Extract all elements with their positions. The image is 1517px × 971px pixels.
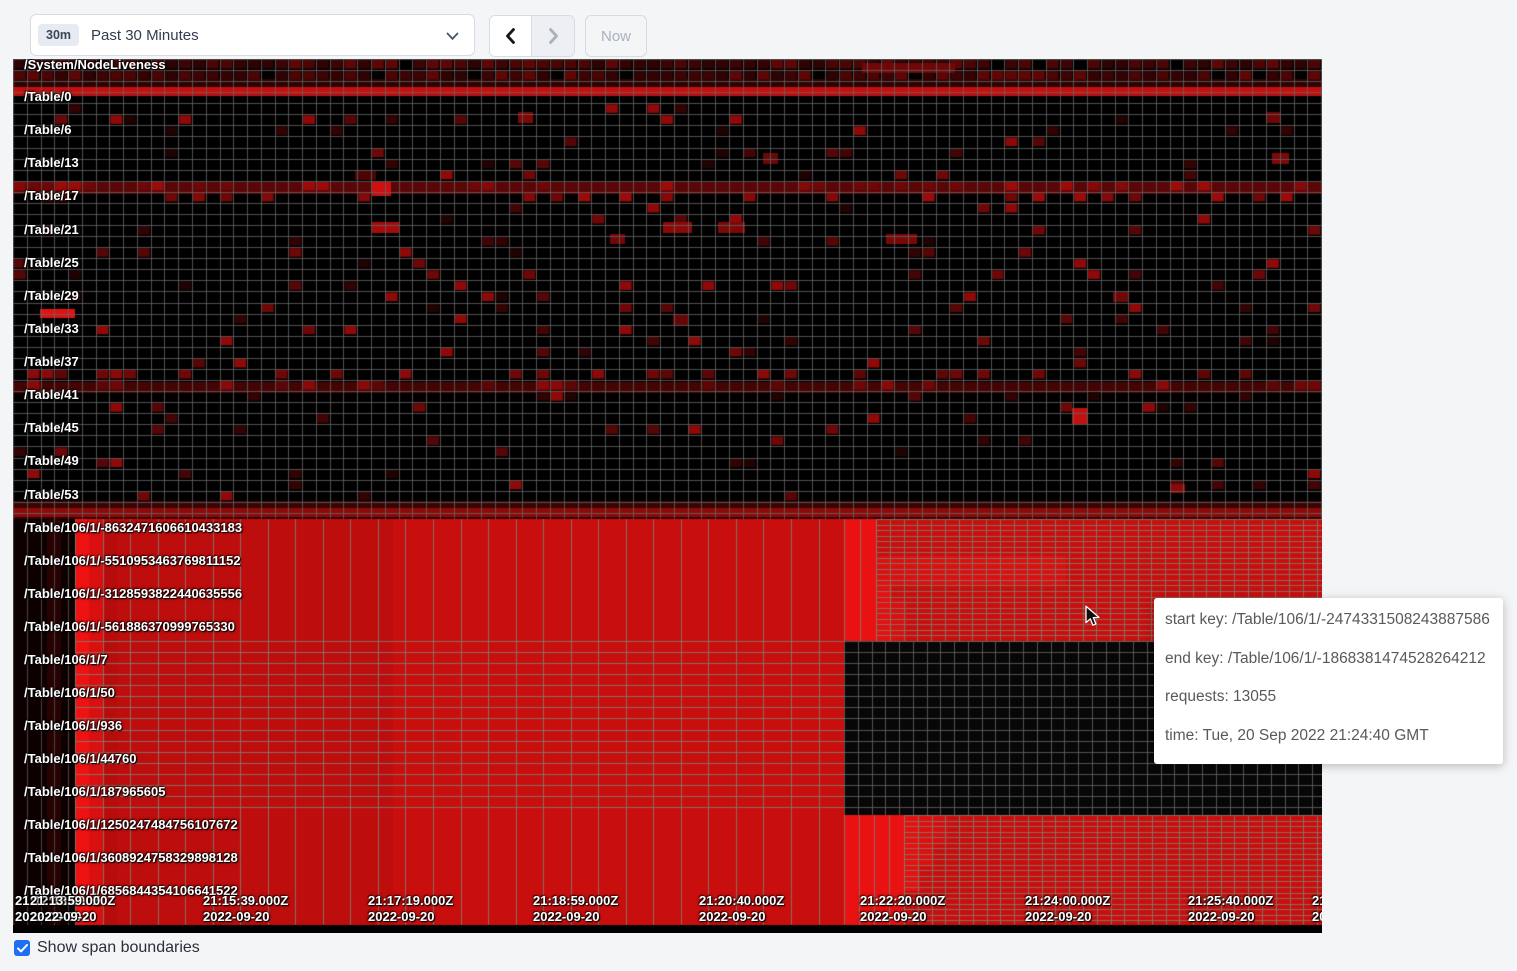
row-label: /Table/106/1/44760 <box>24 752 137 766</box>
row-label: /Table/106/1/50 <box>24 686 115 700</box>
row-label: /Table/6 <box>24 123 71 137</box>
chevron-down-icon <box>446 32 459 41</box>
row-label: /Table/106/1/-5510953463769811152 <box>24 554 241 568</box>
checkmark-icon <box>17 944 28 953</box>
time-range-label: Past 30 Minutes <box>91 27 199 44</box>
show-span-boundaries-row: Show span boundaries <box>14 939 200 957</box>
row-label: /Table/106/1/187965605 <box>24 785 165 799</box>
time-nav-button-group <box>489 15 575 57</box>
row-label: /Table/106/1/936 <box>24 719 122 733</box>
prev-time-button[interactable] <box>490 16 532 56</box>
x-axis-label: 21:17:19.000Z2022-09-20 <box>368 893 453 925</box>
x-axis-label: 21:22:20.000Z2022-09-20 <box>860 893 945 925</box>
x-axis-label: 21:24:00.000Z2022-09-20 <box>1025 893 1110 925</box>
tooltip-time: time: Tue, 20 Sep 2022 21:24:40 GMT <box>1165 727 1492 745</box>
x-axis-label: 21:18:59.000Z2022-09-20 <box>533 893 618 925</box>
key-visualizer-heatmap: /System/NodeLiveness/Table/0/Table/6/Tab… <box>13 59 1322 933</box>
row-label: /Table/41 <box>24 388 79 402</box>
chevron-left-icon <box>503 27 519 45</box>
x-axis-label: 21:27:20.000Z2022-09-20 <box>1312 893 1322 925</box>
span-tooltip: start key: /Table/106/1/-247433150824388… <box>1154 598 1503 764</box>
row-label: /Table/106/1/-561886370999765330 <box>24 620 235 634</box>
row-label: /Table/25 <box>24 256 79 270</box>
row-label: /Table/106/1/7 <box>24 653 108 667</box>
row-label: /Table/106/1/1250247484756107672 <box>24 818 238 832</box>
row-label: /Table/106/1/-8632471606610433183 <box>24 521 242 535</box>
time-range-dropdown[interactable]: 30m Past 30 Minutes <box>30 14 475 56</box>
row-label: /Table/17 <box>24 189 79 203</box>
show-span-boundaries-label: Show span boundaries <box>37 939 200 957</box>
heatmap-canvas[interactable] <box>13 59 1322 933</box>
row-label: /Table/0 <box>24 90 71 104</box>
row-label: /Table/106/1/-3128593822440635556 <box>24 587 242 601</box>
next-time-button[interactable] <box>532 16 574 56</box>
row-label: /Table/13 <box>24 156 79 170</box>
x-axis-label: 21:25:40.000Z2022-09-20 <box>1188 893 1273 925</box>
row-label: /Table/29 <box>24 289 79 303</box>
tooltip-start-key: start key: /Table/106/1/-247433150824388… <box>1165 611 1492 629</box>
chevron-right-icon <box>545 27 561 45</box>
tooltip-end-key: end key: /Table/106/1/-18683814745282642… <box>1165 650 1492 668</box>
now-button[interactable]: Now <box>585 15 647 57</box>
row-label: /Table/53 <box>24 488 79 502</box>
time-range-badge: 30m <box>38 24 79 46</box>
row-label: /Table/33 <box>24 322 79 336</box>
row-label: /Table/45 <box>24 421 79 435</box>
row-label: /Table/37 <box>24 355 79 369</box>
x-axis-label: 21:13:59.000Z2022-09-20 <box>30 893 115 925</box>
tooltip-requests: requests: 13055 <box>1165 688 1492 706</box>
show-span-boundaries-checkbox[interactable] <box>14 940 30 956</box>
x-axis-label: 21:15:39.000Z2022-09-20 <box>203 893 288 925</box>
row-label: /Table/21 <box>24 223 79 237</box>
row-label: /Table/106/1/3608924758329898128 <box>24 851 238 865</box>
x-axis-label: 21:20:40.000Z2022-09-20 <box>699 893 784 925</box>
row-label: /System/NodeLiveness <box>24 59 166 72</box>
row-label: /Table/49 <box>24 454 79 468</box>
